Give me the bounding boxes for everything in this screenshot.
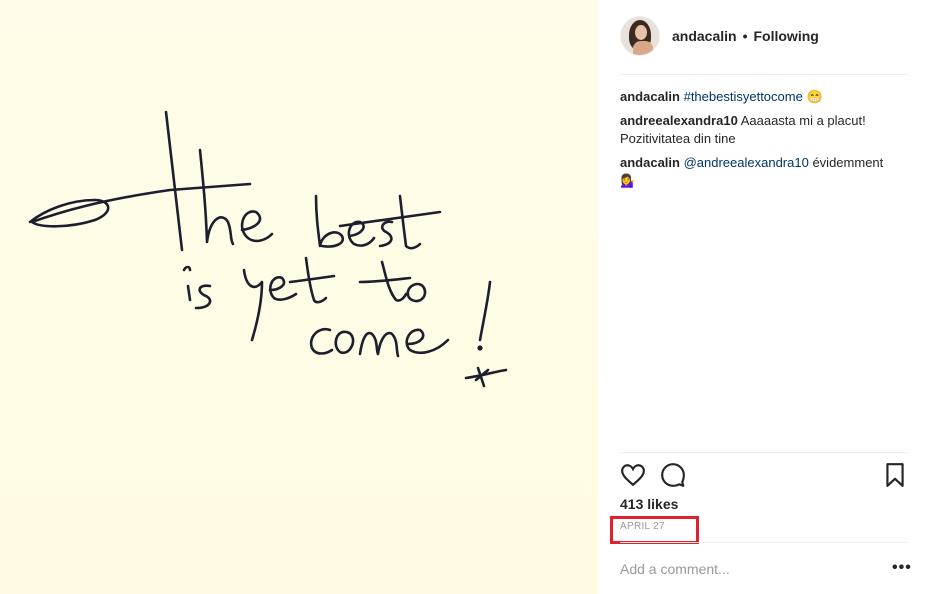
comments-list: andacalin #thebestisyettocome 😁 andreeal… — [620, 88, 906, 196]
comment-username[interactable]: andreealexandra10 — [620, 113, 738, 128]
post-actions — [620, 462, 906, 488]
heart-icon[interactable] — [620, 462, 646, 488]
grin-emoji: 😁 — [806, 89, 823, 104]
header-divider — [620, 74, 908, 75]
likes-count[interactable]: 413 likes — [620, 496, 678, 512]
mention-link[interactable]: @andreealexandra10 — [684, 155, 809, 170]
bookmark-icon[interactable] — [882, 462, 908, 488]
post-side-panel: andacalin • Following andacalin #thebest… — [598, 0, 926, 594]
comment-username[interactable]: andacalin — [620, 155, 680, 170]
avatar[interactable] — [620, 16, 660, 56]
post-username[interactable]: andacalin — [672, 28, 737, 44]
post-image[interactable] — [0, 0, 598, 594]
comment-text: évidemment — [812, 155, 884, 170]
separator-dot: • — [742, 28, 748, 44]
comment-item: andacalin #thebestisyettocome 😁 — [620, 88, 906, 106]
comment-item: andacalin @andreealexandra10 évidemment … — [620, 154, 906, 190]
following-button[interactable]: Following — [754, 28, 819, 44]
comment-username[interactable]: andacalin — [620, 89, 680, 104]
comment-bubble-icon[interactable] — [660, 462, 686, 488]
comment-item: andreealexandra10 Aaaaasta mi a placut! … — [620, 112, 906, 148]
hashtag-link[interactable]: #thebestisyettocome — [684, 89, 803, 104]
more-options-icon[interactable]: ••• — [892, 560, 912, 576]
comment-input-divider — [620, 542, 908, 543]
tipping-hand-emoji: 💁‍♀️ — [620, 173, 637, 188]
add-comment-input[interactable] — [620, 558, 880, 580]
date-highlight-box — [610, 516, 699, 544]
handwritten-note-image — [28, 110, 508, 388]
actions-divider — [620, 452, 908, 453]
post-header: andacalin • Following — [620, 14, 906, 58]
